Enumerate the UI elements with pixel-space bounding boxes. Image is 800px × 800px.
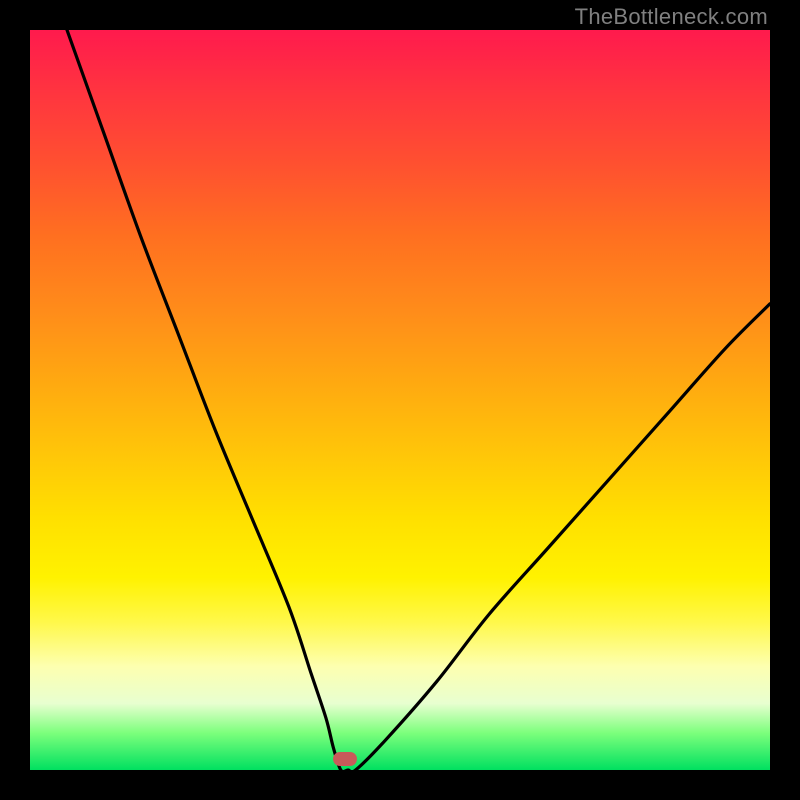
plot-area xyxy=(30,30,770,770)
chart-frame: TheBottleneck.com xyxy=(0,0,800,800)
curve-svg xyxy=(30,30,770,770)
optimum-marker xyxy=(333,752,357,766)
watermark-text: TheBottleneck.com xyxy=(575,4,768,30)
bottleneck-curve-path xyxy=(67,30,770,770)
